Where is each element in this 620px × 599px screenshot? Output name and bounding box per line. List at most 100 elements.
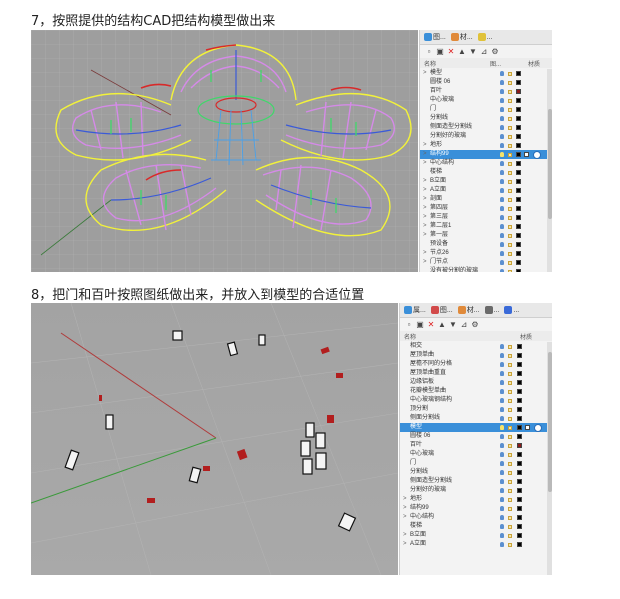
lock-icon[interactable] (508, 453, 512, 457)
visibility-bulb-icon[interactable] (500, 143, 504, 148)
visibility-bulb-icon[interactable] (500, 425, 504, 430)
lock-icon[interactable] (508, 99, 512, 103)
layer-color-swatch[interactable] (517, 452, 522, 457)
layer-color-swatch[interactable] (516, 116, 521, 121)
visibility-bulb-icon[interactable] (500, 179, 504, 184)
layer-row[interactable]: 百叶 (400, 441, 552, 450)
layer-color-swatch[interactable] (517, 344, 522, 349)
visibility-bulb-icon[interactable] (500, 506, 504, 511)
step7-scroll-thumb[interactable] (548, 109, 552, 219)
lock-icon[interactable] (508, 390, 512, 394)
settings-icon[interactable]: ⚙ (491, 47, 499, 56)
layer-color-swatch[interactable] (516, 107, 521, 112)
layer-row[interactable]: > B立面 (420, 177, 552, 186)
layer-color-swatch[interactable] (516, 152, 521, 157)
lock-icon[interactable] (508, 507, 512, 511)
lock-icon[interactable] (508, 489, 512, 493)
layer-row[interactable]: 中心玻璃 (400, 450, 552, 459)
visibility-bulb-icon[interactable] (500, 224, 504, 229)
expand-chevron-icon[interactable]: > (403, 513, 407, 522)
step7-scrollbar[interactable] (547, 69, 552, 272)
lock-icon[interactable] (508, 180, 512, 184)
step8-scroll-thumb[interactable] (548, 352, 552, 492)
visibility-bulb-icon[interactable] (500, 242, 504, 247)
visibility-bulb-icon[interactable] (500, 152, 504, 157)
layer-color-swatch[interactable] (516, 89, 521, 94)
move-up-icon[interactable]: ▲ (458, 47, 466, 56)
filter-icon[interactable]: ⊿ (480, 47, 488, 56)
layer-color-swatch[interactable] (516, 242, 521, 247)
layer-color-swatch[interactable] (516, 98, 521, 103)
layer-row[interactable]: 没有被分割的玻璃 (420, 267, 552, 272)
layer-color-swatch[interactable] (517, 371, 522, 376)
layer-color-swatch[interactable] (517, 542, 522, 547)
layer-row[interactable]: 屋檐不同的分格 (400, 360, 552, 369)
visibility-bulb-icon[interactable] (500, 380, 504, 385)
lock-icon[interactable] (508, 426, 512, 430)
layer-color-swatch[interactable] (517, 461, 522, 466)
layer-color-swatch[interactable] (516, 215, 521, 220)
layer-color-swatch[interactable] (516, 269, 521, 272)
layer-row[interactable]: 门 (420, 105, 552, 114)
lock-icon[interactable] (508, 126, 512, 130)
visibility-bulb-icon[interactable] (500, 116, 504, 121)
expand-chevron-icon[interactable]: > (403, 504, 407, 513)
lock-icon[interactable] (508, 243, 512, 247)
layer-row[interactable]: 分割好的玻璃 (420, 132, 552, 141)
step8-tab-a[interactable]: ... (483, 304, 502, 316)
layer-row[interactable]: 中心玻璃 (420, 96, 552, 105)
visibility-bulb-icon[interactable] (500, 362, 504, 367)
layer-row[interactable]: > 第三层 (420, 213, 552, 222)
layer-color-swatch[interactable] (517, 425, 522, 430)
layer-color-swatch[interactable] (516, 197, 521, 202)
layer-row[interactable]: > A立面 (420, 186, 552, 195)
layer-color-swatch[interactable] (516, 143, 521, 148)
step7-viewport[interactable] (31, 30, 418, 272)
material-swatch[interactable] (524, 152, 529, 157)
layer-color-swatch[interactable] (517, 515, 522, 520)
layer-row[interactable]: > 节点26 (420, 249, 552, 258)
lock-icon[interactable] (508, 261, 512, 265)
visibility-bulb-icon[interactable] (500, 206, 504, 211)
expand-chevron-icon[interactable]: > (423, 204, 427, 213)
visibility-bulb-icon[interactable] (500, 353, 504, 358)
lock-icon[interactable] (508, 345, 512, 349)
lock-icon[interactable] (508, 435, 512, 439)
lock-icon[interactable] (508, 480, 512, 484)
layer-row[interactable]: 屋顶单曲重直 (400, 369, 552, 378)
lock-icon[interactable] (508, 399, 512, 403)
expand-chevron-icon[interactable]: > (423, 69, 427, 78)
layer-row[interactable]: > 模型 (420, 69, 552, 78)
layer-row[interactable]: > A立面 (400, 540, 552, 549)
step8-tab-properties[interactable]: 属... (402, 304, 428, 316)
layer-color-swatch[interactable] (516, 80, 521, 85)
visibility-bulb-icon[interactable] (500, 107, 504, 112)
layer-row[interactable]: > 第一层 (420, 231, 552, 240)
current-layer-indicator[interactable] (533, 151, 541, 159)
lock-icon[interactable] (508, 189, 512, 193)
visibility-bulb-icon[interactable] (500, 260, 504, 265)
visibility-bulb-icon[interactable] (500, 98, 504, 103)
visibility-bulb-icon[interactable] (500, 470, 504, 475)
layer-color-swatch[interactable] (517, 389, 522, 394)
layer-color-swatch[interactable] (517, 488, 522, 493)
expand-chevron-icon[interactable]: > (403, 495, 407, 504)
layer-color-swatch[interactable] (516, 224, 521, 229)
layer-row[interactable]: 圆楼 06 (420, 78, 552, 87)
layer-color-swatch[interactable] (517, 443, 522, 448)
lock-icon[interactable] (508, 117, 512, 121)
visibility-bulb-icon[interactable] (500, 170, 504, 175)
visibility-bulb-icon[interactable] (500, 542, 504, 547)
layer-row[interactable]: 百叶 (420, 87, 552, 96)
layer-row[interactable]: > 中心结构 (400, 513, 552, 522)
step8-viewport[interactable] (31, 303, 398, 575)
step8-tab-layers[interactable]: 图... (429, 304, 455, 316)
lock-icon[interactable] (508, 270, 512, 272)
lock-icon[interactable] (508, 216, 512, 220)
visibility-bulb-icon[interactable] (500, 125, 504, 130)
lock-icon[interactable] (508, 408, 512, 412)
lock-icon[interactable] (508, 543, 512, 547)
expand-chevron-icon[interactable]: > (403, 531, 407, 540)
layer-row[interactable]: > 第四层 (420, 204, 552, 213)
layer-color-swatch[interactable] (516, 188, 521, 193)
